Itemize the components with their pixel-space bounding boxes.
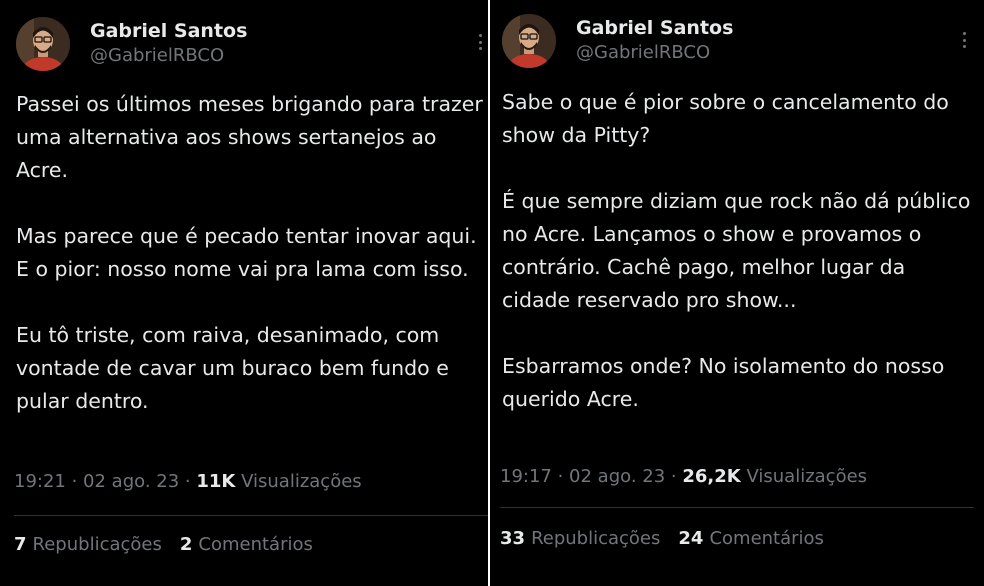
- tweet-date[interactable]: 02 ago. 23: [83, 471, 179, 492]
- tweet-meta: 19:17 · 02 ago. 23 · 26,2K Visualizações: [500, 466, 867, 487]
- avatar[interactable]: [502, 14, 556, 68]
- tweet-text: Passei os últimos meses brigando para tr…: [16, 88, 486, 418]
- divider: [500, 507, 974, 508]
- reposts-count: 33: [500, 528, 526, 549]
- meta-separator: ·: [179, 471, 197, 492]
- reposts-stat[interactable]: 33 Republicações: [500, 528, 660, 549]
- tweet-stats: 7 Republicações 2 Comentários: [14, 534, 313, 555]
- author-name[interactable]: Gabriel Santos: [90, 20, 247, 42]
- tweet-paragraph: É que sempre diziam que rock não dá públ…: [502, 189, 971, 312]
- tweet-date[interactable]: 02 ago. 23: [569, 466, 665, 487]
- tweet-card[interactable]: Gabriel Santos @GabrielRBCO Sabe o que é…: [490, 0, 984, 586]
- tweet-paragraph: Eu tô triste, com raiva, desanimado, com…: [16, 323, 449, 413]
- comments-count: 24: [678, 528, 704, 549]
- avatar-image: [502, 14, 556, 68]
- reposts-label: Republicações: [32, 534, 162, 555]
- tweet-time[interactable]: 19:21: [14, 471, 66, 492]
- views-label: Visualizações: [746, 466, 868, 487]
- avatar-image: [16, 17, 70, 71]
- tweet-text: Sabe o que é pior sobre o cancelamento d…: [502, 86, 978, 416]
- tweet-paragraph: Esbarramos onde? No isolamento do nosso …: [502, 354, 945, 411]
- more-icon[interactable]: [956, 29, 972, 51]
- views-count: 26,2K: [682, 466, 741, 487]
- divider: [14, 515, 488, 516]
- meta-separator: ·: [65, 471, 84, 492]
- tweet-header: Gabriel Santos @GabrielRBCO: [490, 0, 984, 80]
- reposts-label: Republicações: [531, 528, 661, 549]
- comments-stat[interactable]: 2 Comentários: [180, 534, 313, 555]
- reposts-count: 7: [14, 534, 27, 555]
- comments-label: Comentários: [709, 528, 824, 549]
- tweet-meta: 19:21 · 02 ago. 23 · 11K Visualizações: [14, 471, 362, 492]
- comments-count: 2: [179, 534, 193, 555]
- author-handle[interactable]: @GabrielRBCO: [90, 45, 224, 66]
- comments-stat[interactable]: 24 Comentários: [678, 528, 824, 549]
- meta-separator: ·: [665, 466, 683, 487]
- author-name[interactable]: Gabriel Santos: [576, 17, 733, 39]
- reposts-stat[interactable]: 7 Republicações: [14, 534, 162, 555]
- tweet-paragraph: Passei os últimos meses brigando para tr…: [16, 92, 483, 182]
- author-handle[interactable]: @GabrielRBCO: [576, 42, 710, 63]
- comments-label: Comentários: [198, 534, 313, 555]
- meta-separator: ·: [551, 466, 570, 487]
- tweet-paragraph: Sabe o que é pior sobre o cancelamento d…: [502, 90, 949, 147]
- tweet-paragraph: Mas parece que é pecado tentar inovar aq…: [16, 224, 477, 281]
- avatar[interactable]: [16, 17, 70, 71]
- views-label: Visualizações: [241, 471, 362, 492]
- more-icon[interactable]: [472, 31, 488, 53]
- tweet-stats: 33 Republicações 24 Comentários: [500, 528, 824, 549]
- views-count: 11K: [196, 471, 236, 492]
- tweet-time[interactable]: 19:17: [500, 466, 552, 487]
- tweet-card[interactable]: Gabriel Santos @GabrielRBCO Passei os úl…: [0, 0, 488, 586]
- tweet-header: Gabriel Santos @GabrielRBCO: [0, 0, 488, 80]
